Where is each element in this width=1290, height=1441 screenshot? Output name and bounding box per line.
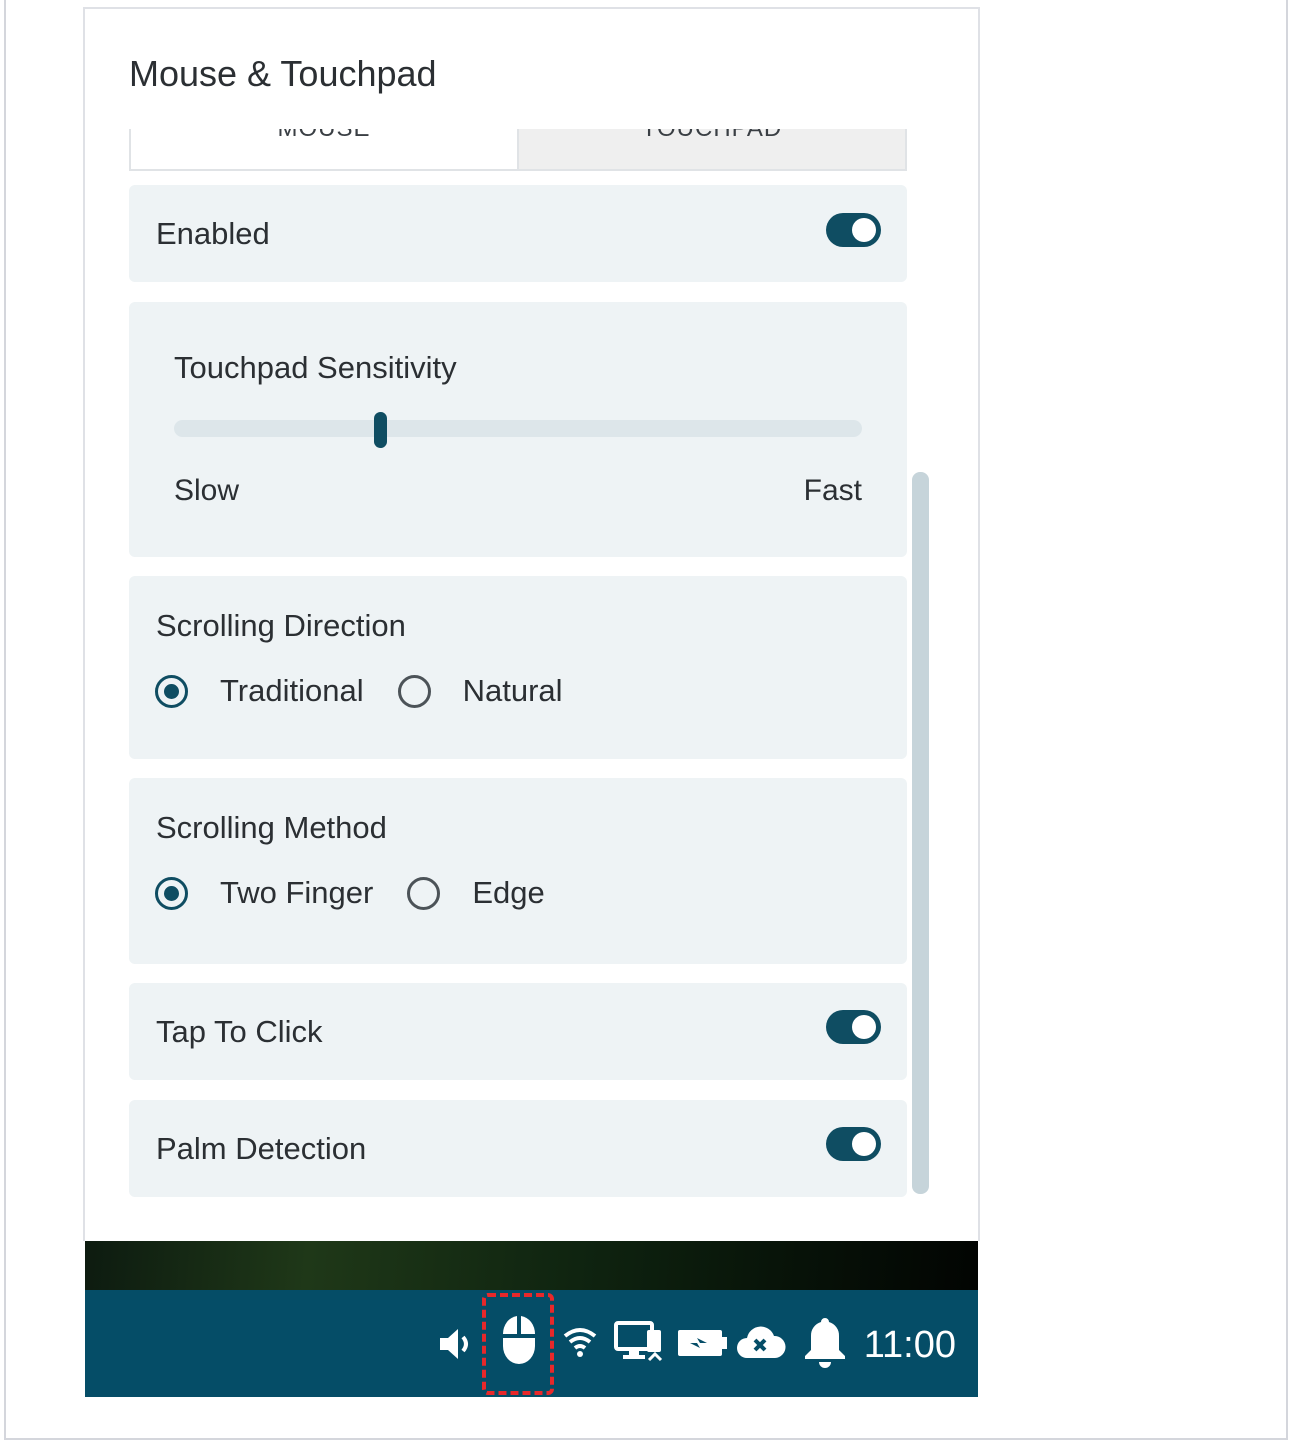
- scrolling-method-title: Scrolling Method: [156, 810, 387, 845]
- tab-label: MOUSE: [131, 129, 517, 143]
- battery-charging-icon[interactable]: [676, 1328, 728, 1358]
- radio-edge[interactable]: [407, 876, 441, 910]
- radio-label-two-finger[interactable]: Two Finger: [220, 875, 373, 911]
- radio-label-traditional[interactable]: Traditional: [220, 673, 364, 709]
- scrolling-method-card: Scrolling Method Two Finger Edge: [129, 778, 907, 964]
- sensitivity-slider-thumb[interactable]: [373, 412, 387, 448]
- enabled-toggle[interactable]: [826, 213, 881, 247]
- toggle-knob: [852, 1132, 876, 1156]
- radio-label-natural[interactable]: Natural: [463, 673, 563, 709]
- scrolling-direction-title: Scrolling Direction: [156, 608, 406, 643]
- slider-min-label: Slow: [174, 474, 240, 507]
- highlight-box: [482, 1293, 554, 1395]
- slider-max-label: Fast: [803, 474, 862, 507]
- palm-detection-row: Palm Detection: [129, 1100, 907, 1197]
- scrollbar[interactable]: [912, 472, 929, 1194]
- wifi-icon[interactable]: [562, 1324, 598, 1360]
- radio-traditional[interactable]: [155, 674, 188, 708]
- sensitivity-card: Touchpad Sensitivity Slow Fast: [129, 302, 907, 557]
- scrolling-direction-options: Traditional Natural: [155, 673, 597, 709]
- tab-mouse[interactable]: MOUSE: [131, 129, 517, 169]
- enabled-row: Enabled: [129, 185, 907, 282]
- radio-two-finger[interactable]: [155, 876, 188, 910]
- desktop-background: [85, 1241, 978, 1290]
- tab-label: TOUCHPAD: [519, 129, 905, 143]
- sensitivity-slider-track[interactable]: [174, 420, 862, 437]
- bell-icon[interactable]: [803, 1316, 847, 1370]
- display-icon[interactable]: [613, 1320, 665, 1364]
- toggle-knob: [852, 1015, 876, 1039]
- toggle-knob: [852, 218, 876, 242]
- scrolling-method-options: Two Finger Edge: [155, 875, 579, 911]
- radio-natural[interactable]: [397, 674, 431, 708]
- sensitivity-title: Touchpad Sensitivity: [174, 350, 457, 385]
- palm-detection-toggle[interactable]: [826, 1127, 881, 1161]
- enabled-label: Enabled: [156, 216, 270, 251]
- settings-panel: Mouse & Touchpad MOUSE TOUCHPAD Enabled …: [83, 7, 980, 1241]
- tab-bar: MOUSE TOUCHPAD: [129, 129, 907, 171]
- scrolling-direction-card: Scrolling Direction Traditional Natural: [129, 576, 907, 759]
- tap-to-click-label: Tap To Click: [156, 1014, 323, 1049]
- clock[interactable]: 11:00: [864, 1324, 956, 1367]
- cloud-error-icon[interactable]: [735, 1322, 787, 1362]
- speaker-icon[interactable]: [437, 1326, 473, 1362]
- radio-label-edge[interactable]: Edge: [472, 875, 544, 911]
- taskbar: 11:00: [85, 1290, 978, 1397]
- palm-detection-label: Palm Detection: [156, 1131, 367, 1166]
- tab-touchpad[interactable]: TOUCHPAD: [517, 129, 905, 169]
- page-title: Mouse & Touchpad: [129, 53, 437, 94]
- tap-to-click-toggle[interactable]: [826, 1010, 881, 1044]
- tap-to-click-row: Tap To Click: [129, 983, 907, 1080]
